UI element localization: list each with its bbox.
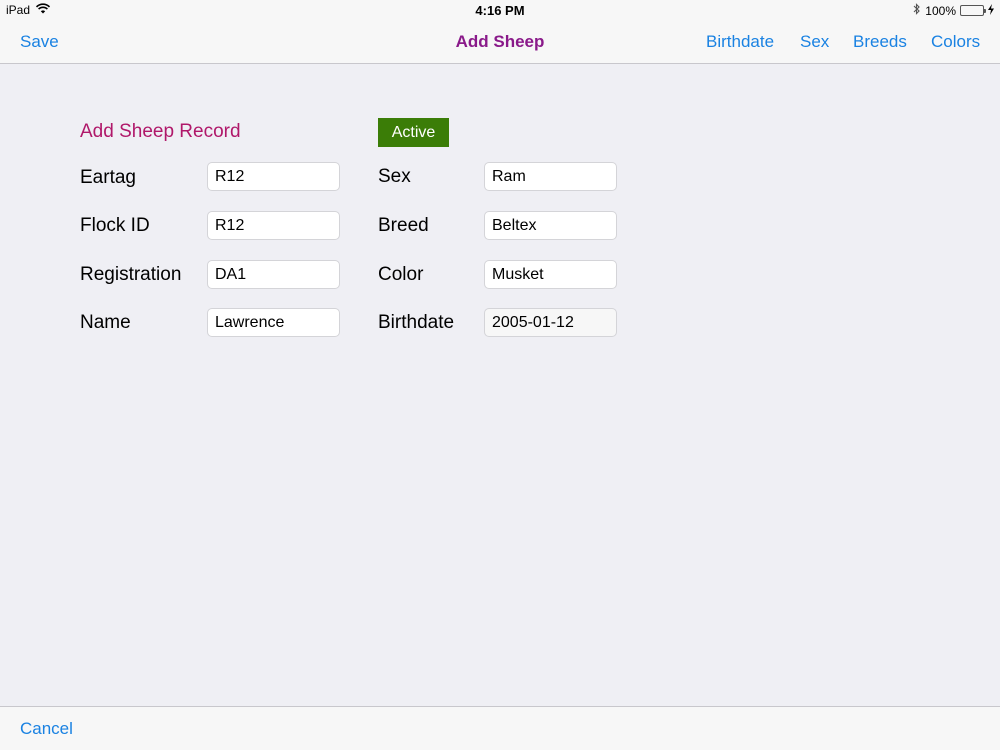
breed-label: Breed xyxy=(378,215,429,236)
sex-button[interactable]: Sex xyxy=(800,32,829,52)
eartag-field[interactable]: R12 xyxy=(207,162,340,191)
flock-id-label: Flock ID xyxy=(80,215,150,236)
status-time: 4:16 PM xyxy=(475,3,525,18)
breed-field[interactable]: Beltex xyxy=(484,211,617,240)
cancel-button[interactable]: Cancel xyxy=(20,719,73,739)
color-label: Color xyxy=(378,264,424,285)
active-status-badge[interactable]: Active xyxy=(378,118,449,147)
status-right: 100% xyxy=(913,3,994,18)
flock-id-field[interactable]: R12 xyxy=(207,211,340,240)
breeds-button[interactable]: Breeds xyxy=(853,32,907,52)
sex-label: Sex xyxy=(378,166,411,187)
bottom-toolbar: Cancel xyxy=(0,706,1000,750)
name-label: Name xyxy=(80,312,131,333)
battery-percent: 100% xyxy=(925,3,956,18)
navigation-bar: Save Add Sheep Birthdate Sex Breeds Colo… xyxy=(0,20,1000,64)
eartag-label: Eartag xyxy=(80,167,136,188)
form-heading: Add Sheep Record xyxy=(80,121,241,142)
colors-button[interactable]: Colors xyxy=(931,32,980,52)
registration-label: Registration xyxy=(80,264,182,285)
bluetooth-icon xyxy=(913,3,921,18)
name-field[interactable]: Lawrence xyxy=(207,308,340,337)
battery-icon xyxy=(960,5,986,16)
color-field[interactable]: Musket xyxy=(484,260,617,289)
page-title: Add Sheep xyxy=(455,32,545,51)
birthdate-field[interactable]: 2005-01-12 xyxy=(484,308,617,337)
sex-field[interactable]: Ram xyxy=(484,162,617,191)
birthdate-label: Birthdate xyxy=(378,312,455,333)
registration-field[interactable]: DA1 xyxy=(207,260,340,289)
charging-icon xyxy=(988,3,994,18)
birthdate-button[interactable]: Birthdate xyxy=(706,32,774,52)
status-bar: iPad 4:16 PM 100% xyxy=(0,0,1000,20)
